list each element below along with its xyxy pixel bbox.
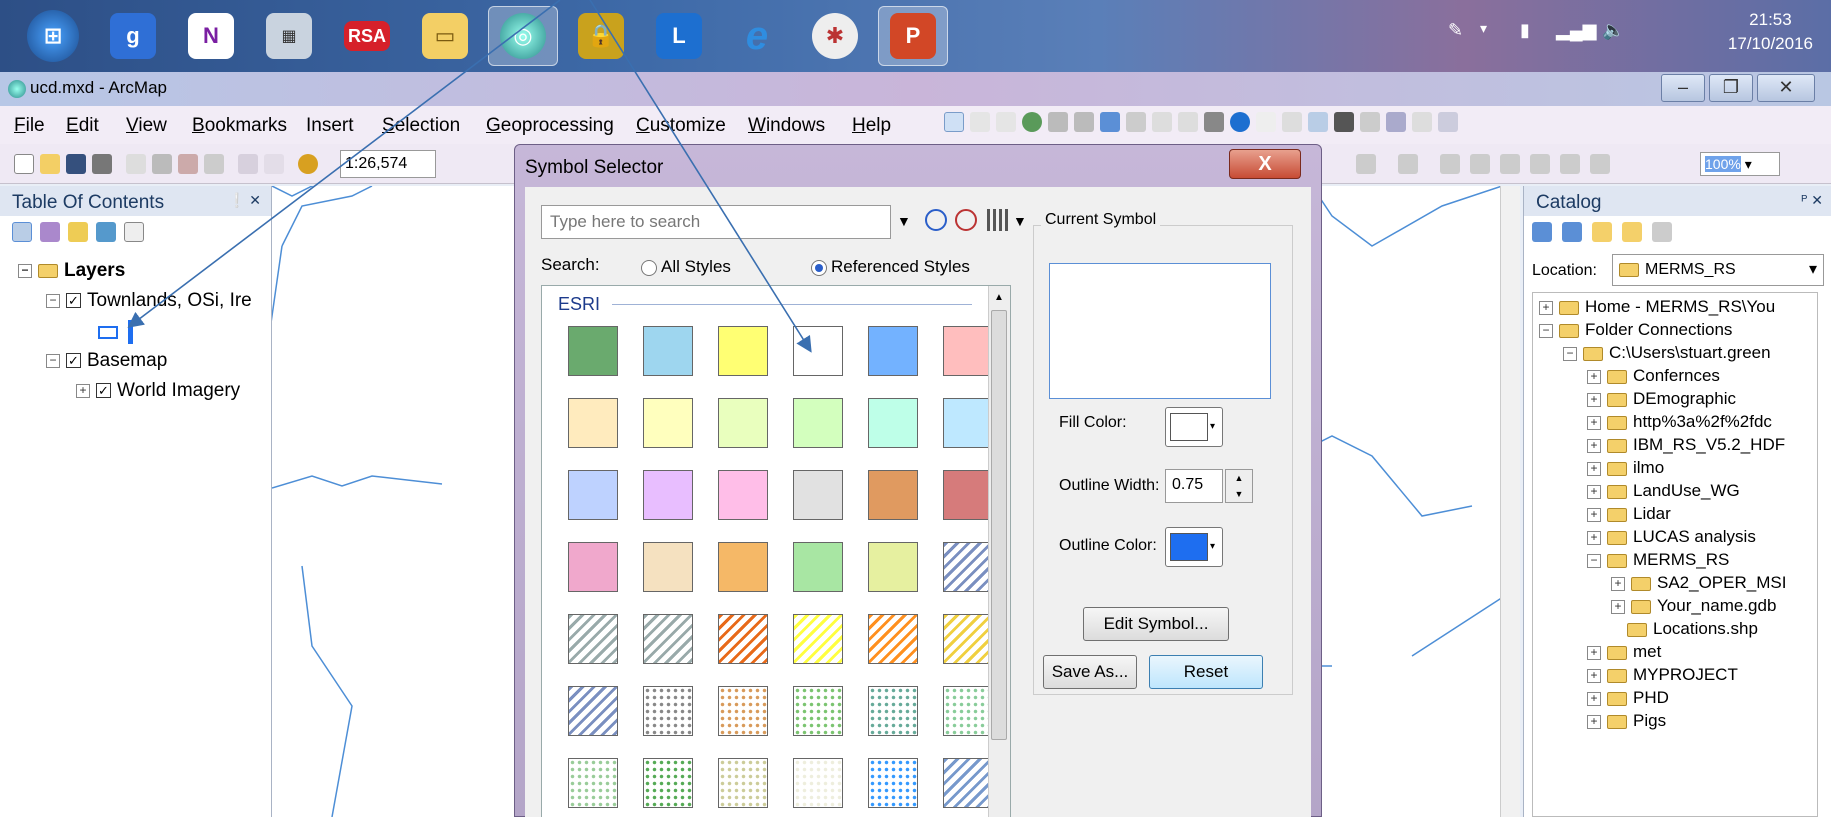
annotation-arrows <box>127 0 812 353</box>
